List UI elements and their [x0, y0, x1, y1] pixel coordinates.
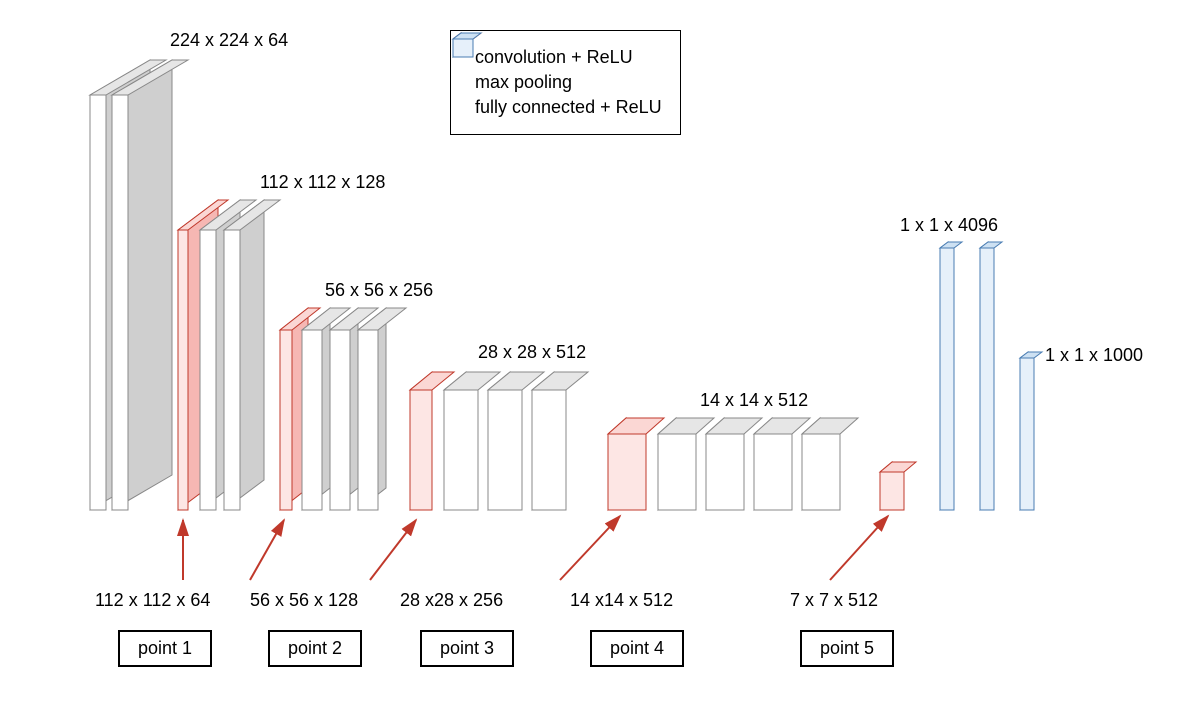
- legend-conv-text: convolution + ReLU: [475, 47, 633, 68]
- arrow-pool-3: [370, 520, 416, 580]
- legend-pool-text: max pooling: [475, 72, 572, 93]
- label-fc4096: 1 x 1 x 4096: [900, 215, 998, 236]
- legend-pool: max pooling: [465, 72, 662, 93]
- arrow-pool-2: [250, 520, 284, 580]
- legend: convolution + ReLU max pooling fully con…: [450, 30, 681, 135]
- label-conv4: 28 x 28 x 512: [478, 342, 586, 363]
- arrow-pool-4: [560, 516, 620, 580]
- conv-block-2: [200, 200, 280, 510]
- point-5-box: point 5: [800, 630, 894, 667]
- legend-fc-icon: [451, 31, 489, 59]
- conv-block-3: [302, 308, 406, 510]
- point-2-box: point 2: [268, 630, 362, 667]
- point-3-box: point 3: [420, 630, 514, 667]
- point-1-box: point 1: [118, 630, 212, 667]
- label-fc1000: 1 x 1 x 1000: [1045, 345, 1143, 366]
- label-pool3: 28 x28 x 256: [400, 590, 503, 611]
- label-pool2: 56 x 56 x 128: [250, 590, 358, 611]
- fc-layers: [940, 242, 1042, 510]
- legend-fc: fully connected + ReLU: [465, 97, 662, 118]
- legend-fc-text: fully connected + ReLU: [475, 97, 662, 118]
- conv-block-1: [90, 60, 188, 510]
- pool-5: [880, 462, 916, 510]
- label-conv3: 56 x 56 x 256: [325, 280, 433, 301]
- label-pool4: 14 x14 x 512: [570, 590, 673, 611]
- conv-block-5: [658, 418, 858, 510]
- label-pool1: 112 x 112 x 64: [95, 590, 210, 611]
- pool-4: [608, 418, 664, 510]
- legend-conv: convolution + ReLU: [465, 47, 662, 68]
- label-conv1: 224 x 224 x 64: [170, 30, 288, 51]
- label-pool5: 7 x 7 x 512: [790, 590, 878, 611]
- label-conv2: 112 x 112 x 128: [260, 172, 385, 193]
- arrow-pool-5: [830, 516, 888, 580]
- conv-block-4: [444, 372, 588, 510]
- point-4-box: point 4: [590, 630, 684, 667]
- label-conv5: 14 x 14 x 512: [700, 390, 808, 411]
